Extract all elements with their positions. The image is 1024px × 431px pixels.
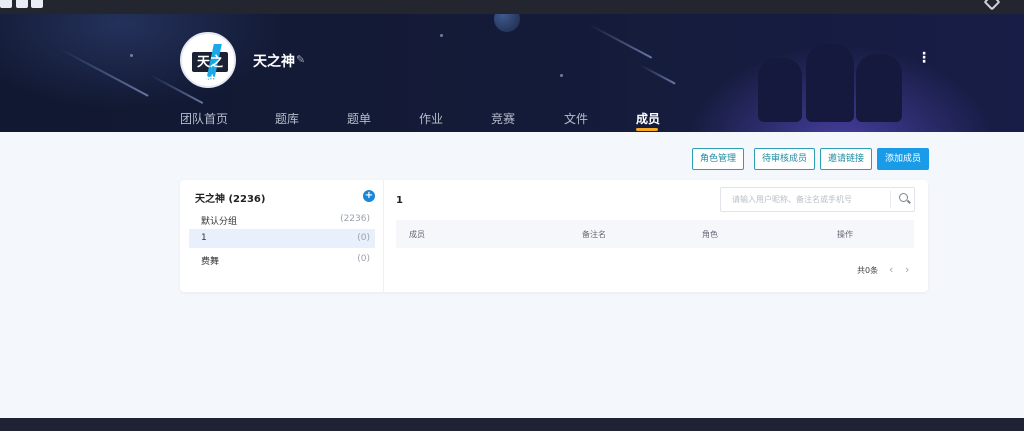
column-header-actions: 操作	[837, 230, 853, 239]
search-input[interactable]	[721, 188, 889, 211]
tab-problem-lists[interactable]: 题单	[347, 110, 371, 127]
group-count: (0)	[357, 254, 370, 264]
window-control-icon[interactable]	[16, 0, 28, 8]
member-table-header: 成员 备注名 角色 操作	[396, 220, 914, 248]
more-icon[interactable]: ⋮	[917, 51, 931, 65]
invite-link-button[interactable]: 邀请链接	[820, 148, 873, 170]
group-detail-title: 1	[396, 195, 403, 206]
pending-members-button[interactable]: 待审核成员	[754, 148, 816, 170]
character-silhouette	[758, 58, 802, 122]
star-decoration	[560, 74, 563, 77]
logo-text: 天之神	[196, 55, 223, 88]
search-icon[interactable]	[899, 193, 908, 202]
character-silhouette	[806, 44, 854, 122]
team-avatar: 天之神	[180, 32, 236, 88]
group-name: 默认分组	[201, 217, 238, 227]
members-panel: 天之神 (2236) + 默认分组 (2236) 1 (0) 费舞 (0) 1 …	[180, 180, 928, 292]
group-name: 费舞	[201, 257, 220, 267]
window-control-icon[interactable]	[0, 0, 12, 8]
member-search	[720, 187, 915, 212]
star-decoration	[130, 54, 133, 57]
chevron-left-icon[interactable]: ‹	[889, 263, 893, 276]
planet-decoration	[494, 14, 520, 32]
meteor-decoration	[639, 64, 676, 85]
column-header-member: 成员	[409, 230, 425, 239]
character-silhouette	[856, 54, 902, 122]
page-footer	[0, 418, 1024, 431]
active-tab-indicator	[636, 128, 658, 131]
pagination-total: 共0条	[857, 266, 879, 275]
tab-home[interactable]: 团队首页	[180, 110, 228, 127]
tab-homework[interactable]: 作业	[419, 110, 443, 127]
role-manage-button[interactable]: 角色管理	[692, 148, 745, 170]
meteor-decoration	[59, 48, 149, 97]
column-header-remark: 备注名	[582, 230, 606, 239]
star-decoration	[440, 34, 443, 37]
column-header-role: 角色	[702, 230, 718, 239]
group-item[interactable]: 1 (0)	[189, 229, 375, 248]
team-name: 天之神	[253, 54, 295, 70]
group-list-title: 天之神 (2236)	[195, 194, 266, 205]
window-control-icon[interactable]	[31, 0, 43, 8]
group-count: (2236)	[340, 214, 370, 224]
tab-problems[interactable]: 题库	[275, 110, 299, 127]
shield-icon[interactable]	[983, 0, 1001, 11]
group-list: 天之神 (2236) + 默认分组 (2236) 1 (0) 费舞 (0)	[180, 180, 384, 292]
tab-members[interactable]: 成员	[636, 110, 660, 127]
group-item[interactable]: 费舞 (0)	[189, 250, 375, 269]
chevron-right-icon[interactable]: ›	[905, 263, 909, 276]
browser-top-strip	[0, 0, 1024, 14]
group-item[interactable]: 默认分组 (2236)	[189, 210, 375, 229]
edit-icon[interactable]: ✎	[296, 54, 308, 66]
add-member-button[interactable]: 添加成员	[877, 148, 930, 170]
tab-contests[interactable]: 竞赛	[491, 110, 515, 127]
meteor-decoration	[589, 24, 653, 59]
tab-files[interactable]: 文件	[564, 110, 588, 127]
group-count: (0)	[357, 233, 370, 243]
search-divider	[890, 191, 891, 208]
group-name: 1	[201, 233, 207, 243]
add-group-icon[interactable]: +	[363, 190, 375, 202]
